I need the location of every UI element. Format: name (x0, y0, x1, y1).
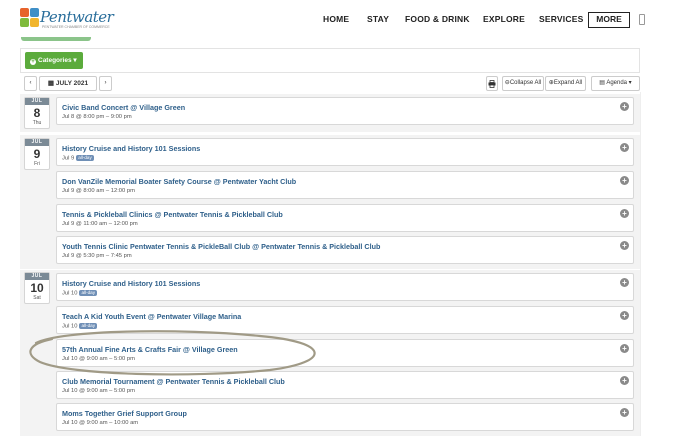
expand-icon[interactable]: + (620, 209, 629, 218)
event-item[interactable]: History Cruise and History 101 Sessions … (56, 138, 634, 166)
event-item[interactable]: 57th Annual Fine Arts & Crafts Fair @ Vi… (56, 339, 634, 367)
categories-label: Categories (38, 57, 72, 64)
prev-month-button[interactable]: ‹ (24, 76, 37, 91)
event-time: Jul 9 @ 5:30 pm – 7:45 pm (62, 253, 132, 259)
event-time: Jul 10 @ 9:00 am – 5:00 pm (62, 388, 135, 394)
calendar-toolbar: ‹ ▦ JULY 2021 › ⊖Collapse All ⊕Expand Al… (20, 76, 640, 92)
event-item[interactable]: Civic Band Concert @ Village Green Jul 8… (56, 97, 634, 125)
date-weekday: Sat (33, 295, 41, 301)
main-nav: HOME STAY FOOD & DRINK EXPLORE SERVICES … (0, 12, 700, 30)
event-time-text: Jul 9 (62, 155, 75, 162)
date-badge: JUL 8 Thu (24, 97, 50, 129)
caret-down-icon: ▾ (628, 80, 632, 86)
event-time-text: Jul 9 @ 8:00 am – 12:00 pm (62, 188, 135, 194)
nav-more-button[interactable]: MORE (588, 12, 630, 28)
event-time: Jul 9 @ 11:00 am – 12:00 pm (62, 221, 138, 227)
expand-icon[interactable]: + (620, 176, 629, 185)
plus-icon: + (30, 58, 36, 65)
event-time-text: Jul 9 @ 11:00 am – 12:00 pm (62, 221, 138, 227)
event-time: Jul 10 @ 9:00 am – 5:00 pm (62, 356, 135, 362)
event-title[interactable]: Club Memorial Tournament @ Pentwater Ten… (62, 377, 285, 386)
print-button[interactable] (486, 76, 498, 91)
expand-icon[interactable]: + (620, 408, 629, 417)
site-header: Pentwater PENTWATER CHAMBER OF COMMERCE … (0, 0, 700, 40)
date-day: 9 (33, 147, 41, 161)
event-title[interactable]: Tennis & Pickleball Clinics @ Pentwater … (62, 210, 283, 219)
date-weekday: Thu (32, 120, 42, 126)
all-day-badge: all-day (79, 290, 98, 296)
event-time: Jul 9 @ 8:00 am – 12:00 pm (62, 188, 135, 194)
menu-icon[interactable] (639, 14, 645, 25)
expand-icon[interactable]: + (620, 344, 629, 353)
caret-down-icon: ▾ (73, 57, 77, 64)
all-day-badge: all-day (76, 155, 94, 161)
expand-icon[interactable]: + (620, 241, 629, 250)
nav-food-drink[interactable]: FOOD & DRINK (405, 14, 470, 24)
date-badge: JUL 9 Fri (24, 138, 50, 170)
date-day: 8 (33, 106, 41, 120)
event-time-text: Jul 9 @ 5:30 pm – 7:45 pm (62, 253, 132, 259)
expand-icon[interactable]: + (620, 278, 629, 287)
event-time-text: Jul 10 (62, 290, 78, 297)
view-selector[interactable]: ▤ Agenda ▾ (591, 76, 640, 91)
next-month-button[interactable]: › (99, 76, 112, 91)
view-label: Agenda (606, 80, 627, 86)
event-time-text: Jul 10 @ 9:00 am – 5:00 pm (62, 388, 135, 394)
event-item[interactable]: Tennis & Pickleball Clinics @ Pentwater … (56, 204, 634, 232)
event-item[interactable]: Youth Tennis Clinic Pentwater Tennis & P… (56, 236, 634, 264)
date-month: JUL (25, 98, 49, 105)
event-title[interactable]: Don VanZile Memorial Boater Safety Cours… (62, 177, 296, 186)
expand-icon[interactable]: + (620, 311, 629, 320)
date-badge: JUL 10 Sat (24, 272, 50, 304)
month-label: JULY 2021 (55, 80, 89, 87)
event-item[interactable]: Don VanZile Memorial Boater Safety Cours… (56, 171, 634, 199)
expand-icon[interactable]: + (620, 143, 629, 152)
event-item[interactable]: Teach A Kid Youth Event @ Pentwater Vill… (56, 306, 634, 334)
expand-icon[interactable]: + (620, 376, 629, 385)
event-time-text: Jul 10 @ 9:00 am – 5:00 pm (62, 356, 135, 362)
nav-services[interactable]: SERVICES (539, 14, 583, 24)
event-title[interactable]: Civic Band Concert @ Village Green (62, 103, 185, 112)
date-month: JUL (25, 139, 49, 146)
expand-all-button[interactable]: ⊕Expand All (545, 76, 586, 91)
expand-icon[interactable]: + (620, 102, 629, 111)
event-time: Jul 10 @ 9:00 am – 10:00 am (62, 420, 138, 426)
event-title[interactable]: History Cruise and History 101 Sessions (62, 279, 200, 288)
categories-button[interactable]: + Categories ▾ (25, 52, 83, 69)
green-tab-strip (21, 37, 91, 41)
categories-bar: + Categories ▾ (20, 48, 640, 73)
event-time-text: Jul 8 @ 8:00 pm – 9:00 pm (62, 114, 132, 120)
agenda-icon: ▤ (599, 80, 605, 86)
all-day-badge: all-day (79, 323, 98, 329)
event-time: Jul 10 all-day (62, 323, 98, 330)
collapse-all-label: Collapse All (509, 80, 542, 86)
nav-explore[interactable]: EXPLORE (483, 14, 525, 24)
event-title[interactable]: Teach A Kid Youth Event @ Pentwater Vill… (62, 312, 241, 321)
event-title[interactable]: Youth Tennis Clinic Pentwater Tennis & P… (62, 242, 380, 251)
calendar-icon: ▦ (47, 80, 55, 87)
event-time: Jul 10 all-day (62, 290, 98, 297)
expand-all-label: Expand All (553, 80, 583, 86)
date-month: JUL (25, 273, 49, 280)
collapse-all-button[interactable]: ⊖Collapse All (502, 76, 544, 91)
nav-home[interactable]: HOME (323, 14, 349, 24)
nav-stay[interactable]: STAY (367, 14, 389, 24)
event-title[interactable]: History Cruise and History 101 Sessions (62, 144, 200, 153)
event-item[interactable]: Club Memorial Tournament @ Pentwater Ten… (56, 371, 634, 399)
event-title[interactable]: 57th Annual Fine Arts & Crafts Fair @ Vi… (62, 345, 238, 354)
event-time: Jul 9 all-day (62, 155, 94, 162)
event-item[interactable]: History Cruise and History 101 Sessions … (56, 273, 634, 301)
date-weekday: Fri (34, 161, 40, 167)
date-day: 10 (30, 281, 44, 295)
event-time-text: Jul 10 (62, 323, 78, 330)
print-icon (488, 80, 496, 88)
month-picker[interactable]: ▦ JULY 2021 (39, 76, 97, 91)
event-time-text: Jul 10 @ 9:00 am – 10:00 am (62, 420, 139, 426)
event-item[interactable]: Moms Together Grief Support Group Jul 10… (56, 403, 634, 431)
scroll-rail (640, 92, 641, 436)
event-time: Jul 8 @ 8:00 pm – 9:00 pm (62, 114, 132, 120)
event-title[interactable]: Moms Together Grief Support Group (62, 409, 187, 418)
